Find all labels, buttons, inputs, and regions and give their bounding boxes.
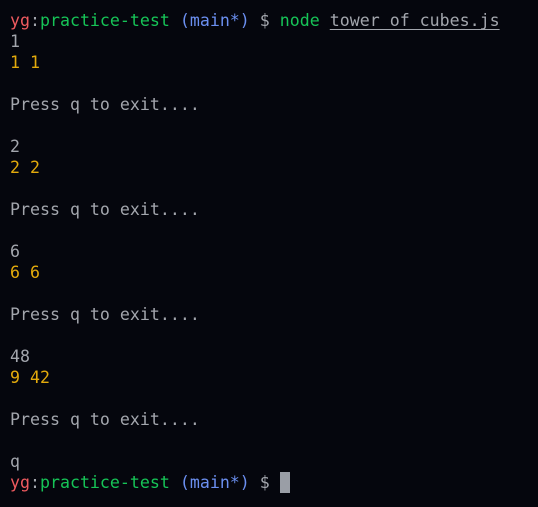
exit-message: Press q to exit.... — [10, 95, 200, 114]
prompt-line: yg:practice-test (main*) $ — [10, 472, 538, 493]
input-line: 2 — [10, 137, 20, 156]
input-line: 6 — [10, 242, 20, 261]
final-input: q — [10, 452, 20, 471]
prompt-line: yg:practice-test (main*) $ node tower of… — [10, 10, 538, 31]
prompt-symbol: $ — [259, 11, 270, 30]
prompt-separator: : — [29, 473, 40, 492]
input-line: 48 — [10, 347, 30, 366]
exit-message: Press q to exit.... — [10, 410, 200, 429]
result-line: 1 1 — [10, 53, 40, 72]
exit-message: Press q to exit.... — [10, 305, 200, 324]
cursor[interactable] — [279, 472, 290, 493]
result-line: 6 6 — [10, 263, 40, 282]
prompt-separator: : — [29, 11, 40, 30]
prompt-dir: practice-test — [39, 473, 170, 492]
command-name: node — [279, 11, 320, 30]
prompt-dir: practice-test — [39, 11, 170, 30]
command-arg: tower of cubes.js — [329, 11, 500, 30]
prompt-symbol: $ — [259, 473, 270, 492]
result-line: 9 42 — [10, 368, 50, 387]
prompt-user: yg — [10, 473, 30, 492]
terminal-output[interactable]: yg:practice-test (main*) $ node tower of… — [0, 0, 538, 493]
input-line: 1 — [10, 32, 20, 51]
exit-message: Press q to exit.... — [10, 200, 200, 219]
result-line: 2 2 — [10, 158, 40, 177]
prompt-user: yg — [10, 11, 30, 30]
prompt-branch: (main*) — [179, 11, 250, 30]
prompt-branch: (main*) — [179, 473, 250, 492]
